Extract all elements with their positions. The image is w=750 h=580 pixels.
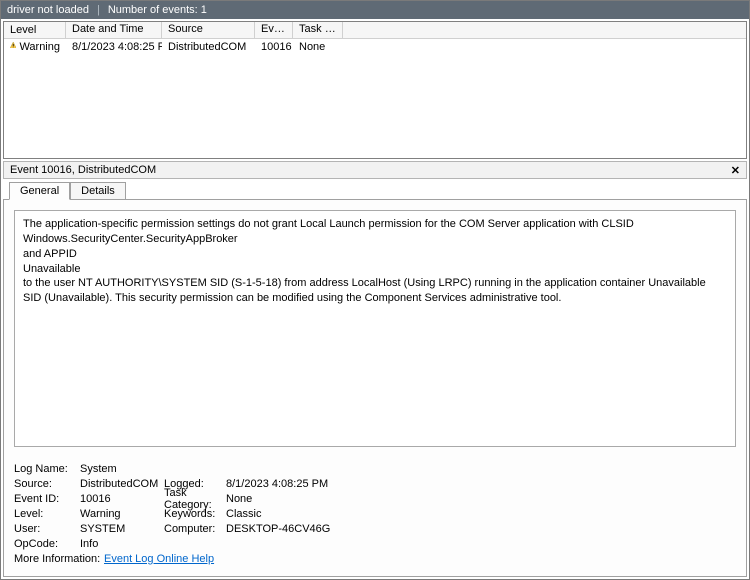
event-count-text: Number of events: 1	[108, 4, 207, 16]
col-date[interactable]: Date and Time	[66, 22, 162, 38]
event-message[interactable]: The application-specific permission sett…	[14, 210, 736, 447]
warning-icon	[10, 42, 16, 52]
cell-level: Warning	[4, 41, 66, 53]
value-level: Warning	[80, 508, 164, 520]
event-viewer-pane: driver not loaded | Number of events: 1 …	[0, 0, 750, 580]
value-logged: 8/1/2023 4:08:25 PM	[226, 478, 328, 490]
tab-general-body: The application-specific permission sett…	[3, 199, 747, 577]
cell-source: DistributedCOM	[162, 41, 255, 53]
label-event-id: Event ID:	[14, 493, 80, 505]
label-computer: Computer:	[164, 523, 226, 535]
filter-status-text: driver not loaded	[7, 4, 89, 16]
event-properties: Log Name: System Source: DistributedCOM …	[14, 461, 736, 566]
label-log-name: Log Name:	[14, 463, 80, 475]
value-opcode: Info	[80, 538, 164, 550]
tab-details[interactable]: Details	[70, 182, 126, 200]
value-computer: DESKTOP-46CV46G	[226, 523, 330, 535]
event-grid[interactable]: Level Date and Time Source Event ID Task…	[3, 21, 747, 159]
detail-title: Event 10016, DistributedCOM	[10, 164, 156, 176]
detail-tabs: General Details	[9, 182, 747, 200]
label-opcode: OpCode:	[14, 538, 80, 550]
label-more-info: More Information:	[14, 553, 104, 565]
value-keywords: Classic	[226, 508, 261, 520]
value-source: DistributedCOM	[80, 478, 164, 490]
table-row[interactable]: Warning 8/1/2023 4:08:25 PM DistributedC…	[4, 39, 746, 55]
value-user: SYSTEM	[80, 523, 164, 535]
filter-status-bar: driver not loaded | Number of events: 1	[1, 1, 749, 19]
value-log-name: System	[80, 463, 164, 475]
col-level[interactable]: Level	[4, 22, 66, 38]
col-event-id[interactable]: Event ID	[255, 22, 293, 38]
detail-pane-header[interactable]: Event 10016, DistributedCOM ✕	[3, 161, 747, 179]
value-event-id: 10016	[80, 493, 164, 505]
link-event-log-online-help[interactable]: Event Log Online Help	[104, 553, 214, 565]
tab-general[interactable]: General	[9, 182, 70, 200]
cell-event-id: 10016	[255, 41, 293, 53]
label-keywords: Keywords:	[164, 508, 226, 520]
close-icon[interactable]: ✕	[731, 164, 740, 177]
col-source[interactable]: Source	[162, 22, 255, 38]
label-level: Level:	[14, 508, 80, 520]
col-task-category[interactable]: Task Cate...	[293, 22, 343, 38]
grid-header-row[interactable]: Level Date and Time Source Event ID Task…	[4, 22, 746, 39]
label-user: User:	[14, 523, 80, 535]
cell-task: None	[293, 41, 343, 53]
cell-date: 8/1/2023 4:08:25 PM	[66, 41, 162, 53]
value-task-category: None	[226, 493, 252, 505]
label-source: Source:	[14, 478, 80, 490]
